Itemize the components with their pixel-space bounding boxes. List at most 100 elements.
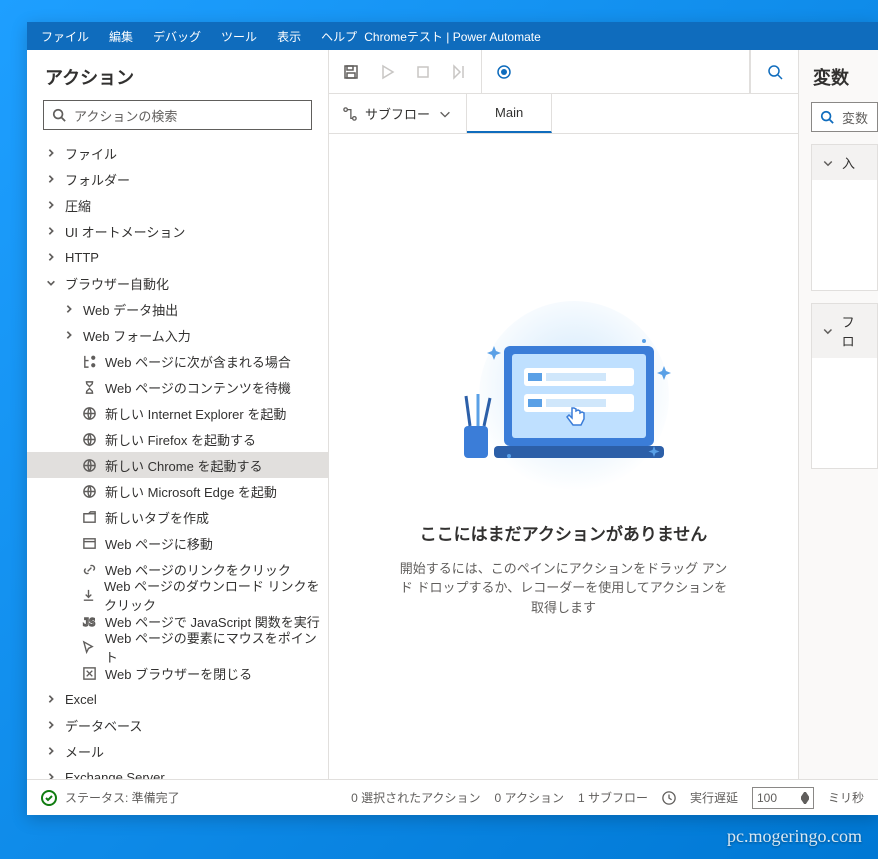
- globe-icon: [81, 431, 97, 447]
- titlebar: ファイル 編集 デバッグ ツール 表示 ヘルプ Chromeテスト | Powe…: [27, 22, 878, 50]
- designer-search-button[interactable]: [750, 50, 798, 93]
- chevron-right-icon: [45, 225, 57, 237]
- tree-item[interactable]: Web ページに移動: [27, 530, 328, 556]
- variables-title: 変数: [811, 64, 878, 102]
- tree-item-label: Web ページに次が含まれる場合: [105, 352, 291, 371]
- actions-search-input[interactable]: アクションの検索: [43, 100, 312, 130]
- svg-text:JS: JS: [82, 617, 94, 629]
- tree-item[interactable]: Web ページのダウンロード リンクをクリック: [27, 582, 328, 608]
- tree-item-label: 新しい Internet Explorer を起動: [105, 404, 286, 423]
- chevron-down-icon: [45, 277, 57, 289]
- status-ready-icon: [41, 790, 57, 806]
- tree-item[interactable]: Web データ抽出: [27, 296, 328, 322]
- tree-item[interactable]: 圧縮: [27, 192, 328, 218]
- save-button[interactable]: [333, 54, 369, 90]
- tree-item[interactable]: Web ページに次が含まれる場合: [27, 348, 328, 374]
- tree-item[interactable]: 新しいタブを作成: [27, 504, 328, 530]
- tree-item-label: Web ページに移動: [105, 534, 213, 553]
- close-box-icon: [81, 665, 97, 681]
- step-button[interactable]: [441, 54, 477, 90]
- chevron-right-icon: [45, 147, 57, 159]
- menu-tools[interactable]: ツール: [211, 24, 267, 49]
- chevron-down-icon: [822, 325, 834, 337]
- tree-item[interactable]: メール: [27, 738, 328, 764]
- tree-item[interactable]: 新しい Internet Explorer を起動: [27, 400, 328, 426]
- spin-down-icon[interactable]: [801, 798, 809, 804]
- chevron-right-icon: [45, 719, 57, 731]
- empty-title: ここにはまだアクションがありません: [420, 520, 708, 545]
- delay-label: 実行遅延: [690, 789, 738, 806]
- subflow-dropdown[interactable]: サブフロー: [329, 94, 467, 133]
- delay-unit: ミリ秒: [828, 789, 864, 806]
- stop-button[interactable]: [405, 54, 441, 90]
- tree-item-label: データベース: [65, 716, 142, 735]
- actions-tree[interactable]: ファイルフォルダー圧縮 UI オートメーションHTTPブラウザー自動化 Web デー…: [27, 140, 328, 779]
- search-icon: [820, 110, 834, 124]
- globe-icon: [81, 405, 97, 421]
- clock-icon: [662, 791, 676, 805]
- tree-item[interactable]: データベース: [27, 712, 328, 738]
- tree-item-label: Exchange Server: [65, 770, 165, 780]
- subflow-icon: [343, 107, 357, 121]
- sidebar-title: アクション: [27, 50, 328, 100]
- chevron-right-icon: [45, 771, 57, 779]
- tree-item[interactable]: フォルダー: [27, 166, 328, 192]
- tree-item-label: Web ページのコンテンツを待機: [105, 378, 291, 397]
- menu-edit[interactable]: 編集: [99, 24, 143, 49]
- io-variables-panel: 入: [811, 144, 878, 291]
- flow-variables-header[interactable]: フロ: [812, 304, 877, 358]
- tree-item[interactable]: Web ページの要素にマウスをポイント: [27, 634, 328, 660]
- chevron-right-icon: [45, 693, 57, 705]
- globe-icon: [81, 483, 97, 499]
- tree-item[interactable]: UI オートメーション: [27, 218, 328, 244]
- tree-item[interactable]: ファイル: [27, 140, 328, 166]
- tree-item[interactable]: HTTP: [27, 244, 328, 270]
- search-icon: [52, 108, 66, 122]
- menu-help[interactable]: ヘルプ: [311, 24, 367, 49]
- chevron-right-icon: [45, 173, 57, 185]
- tree-item[interactable]: 新しい Chrome を起動する: [27, 452, 328, 478]
- tree-item-label: 圧縮: [65, 196, 91, 215]
- tree-item[interactable]: ブラウザー自動化: [27, 270, 328, 296]
- empty-subtitle: 開始するには、このペインにアクションをドラッグ アンド ドロップするか、レコーダ…: [394, 559, 734, 618]
- io-variables-header[interactable]: 入: [812, 145, 877, 180]
- run-button[interactable]: [369, 54, 405, 90]
- tab-main[interactable]: Main: [467, 94, 552, 133]
- menubar: ファイル 編集 デバッグ ツール 表示 ヘルプ: [27, 24, 367, 49]
- subflow-label: サブフロー: [365, 104, 430, 123]
- subflow-tabbar: サブフロー Main: [329, 94, 798, 134]
- menu-file[interactable]: ファイル: [31, 24, 99, 49]
- tree-item[interactable]: 新しい Firefox を起動する: [27, 426, 328, 452]
- js-icon: JS: [81, 613, 97, 629]
- variables-search-input[interactable]: 変数: [811, 102, 878, 132]
- tree-item-label: 新しい Firefox を起動する: [105, 430, 256, 449]
- tree-item[interactable]: Web フォーム入力: [27, 322, 328, 348]
- menu-view[interactable]: 表示: [267, 24, 311, 49]
- status-subflows: 1 サブフロー: [578, 789, 648, 806]
- tree-item-label: Web データ抽出: [83, 300, 178, 319]
- tree-item-label: 新しい Microsoft Edge を起動: [105, 482, 277, 501]
- tree-item-label: 新しい Chrome を起動する: [105, 456, 262, 475]
- tree-item[interactable]: Web ページのコンテンツを待機: [27, 374, 328, 400]
- status-actions: 0 アクション: [495, 789, 564, 806]
- designer-toolbar: [329, 50, 798, 94]
- tree-item[interactable]: Exchange Server: [27, 764, 328, 779]
- tree-item-label: Web フォーム入力: [83, 326, 191, 345]
- flow-variables-panel: フロ: [811, 303, 878, 469]
- delay-input[interactable]: 100: [752, 787, 814, 809]
- link-icon: [81, 561, 97, 577]
- cursor-icon: [81, 639, 97, 655]
- window-icon: [81, 535, 97, 551]
- menu-debug[interactable]: デバッグ: [143, 24, 211, 49]
- tree-item[interactable]: Excel: [27, 686, 328, 712]
- tree-item-label: Web ページのダウンロード リンクをクリック: [104, 576, 328, 614]
- tree-item[interactable]: 新しい Microsoft Edge を起動: [27, 478, 328, 504]
- download-icon: [81, 587, 96, 603]
- designer-canvas[interactable]: ここにはまだアクションがありません 開始するには、このペインにアクションをドラッ…: [329, 134, 798, 779]
- search-placeholder: アクションの検索: [74, 106, 177, 125]
- variables-pane: 変数 変数 入 フロ: [799, 50, 878, 779]
- hourglass-icon: [81, 379, 97, 395]
- record-button[interactable]: [486, 54, 522, 90]
- chevron-right-icon: [45, 745, 57, 757]
- chevron-right-icon: [45, 199, 57, 211]
